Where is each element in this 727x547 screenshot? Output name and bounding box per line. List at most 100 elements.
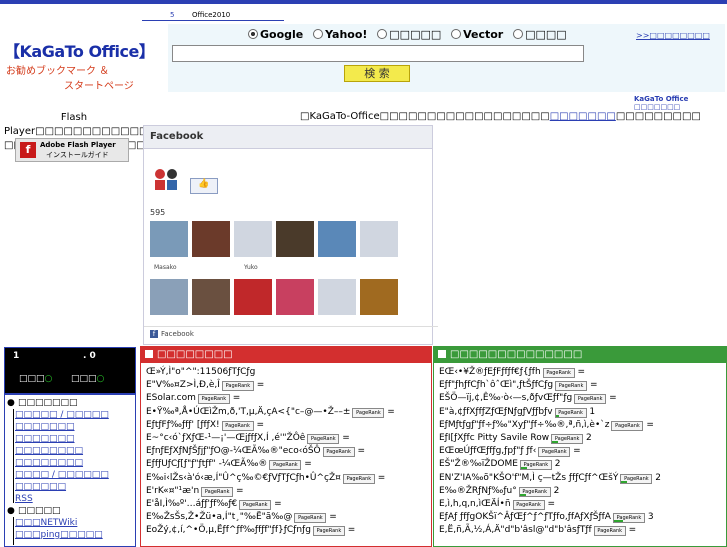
- site-link-row[interactable]: EŒ‹•¥Ž®ƒEƒFƒfƒf€ƒ{ƒfh PageRank =: [439, 367, 585, 378]
- site-link[interactable]: E'åI,Ì‰º'…áƒƒ'ƒf‰ƒ€: [146, 499, 237, 509]
- menu-item[interactable]: □□□□ / □□□□□□: [15, 470, 109, 480]
- pagerank-badge: PageRank: [574, 394, 607, 405]
- engine-google[interactable]: Google: [248, 28, 303, 41]
- site-link[interactable]: ESolar.com: [146, 393, 196, 403]
- facebook-footer[interactable]: f Facebook: [144, 326, 438, 338]
- site-link[interactable]: EƒnƒEƒXƒNƒŠƒjƒ"ƒO@-¼ŒÃ‰®"eco‹óŠÔ: [146, 446, 321, 456]
- menu-item[interactable]: □□□□□□□: [15, 422, 75, 432]
- menu-item[interactable]: □□□NETWiki: [15, 518, 77, 528]
- site-link-row[interactable]: Œ»Ý,Ì"o"^":11506ƒTƒCƒg: [146, 367, 255, 377]
- site-link[interactable]: EN'Z'IA‰õ"KŠO'f"M,Ì ç—tŽs ƒfƒCƒf^ŒšÝ: [439, 473, 618, 483]
- menu-item[interactable]: □□□□□ / □□□□□: [15, 410, 109, 420]
- site-link-row[interactable]: E'rK«¤"¹æ'n PageRank =: [146, 486, 244, 497]
- site-link[interactable]: Eƒf"ƒhƒfCƒh`ôˆŒì"‚ƒtŠƒfCƒg: [439, 380, 553, 390]
- site-link[interactable]: EƒtƒFƒ‰ƒfƒ' [ƒfƒX!: [146, 420, 220, 430]
- fan-avatar[interactable]: [360, 221, 398, 257]
- menu-item[interactable]: □□□□□□□: [15, 434, 75, 444]
- fan-avatar[interactable]: [318, 221, 356, 257]
- site-link[interactable]: E•Ÿ‰ª,Å•ÚŒìŽm,ð,'T,µ,Ä,çA<{"c–@—•Ž––±: [146, 407, 350, 417]
- site-link[interactable]: EƒAƒ ƒfƒgOKŠï^ÂƒŒƒ^ƒ^ƒTƒfo,ƒfAƒXƒŠƒfA: [439, 512, 611, 522]
- recommended-sites-panel: □□□□□□□□□□□□□□ EŒ‹•¥Ž®ƒEƒFƒfƒf€ƒ{ƒfh Page…: [433, 346, 727, 547]
- fan-avatar[interactable]: [318, 279, 356, 315]
- site-link[interactable]: E,ì,h,q,n,ìŒÄÍ•ñ: [439, 499, 511, 509]
- site-link[interactable]: EƒMƒtƒgƒ"ƒf÷ƒ‰"Xyƒ"ƒf÷‰®,ª,ñ,ì,è•`z: [439, 420, 609, 430]
- site-link[interactable]: E‰i‹lŽs‹à'ó‹æ,Í"Û^ç‰©€ƒVƒTƒCƒh•Û^çŽ¤: [146, 473, 341, 483]
- pagerank-badge: PageRank: [620, 473, 653, 484]
- page-avatar[interactable]: [150, 160, 182, 192]
- site-link-row[interactable]: E'åI,Ì‰º'…áƒƒ'ƒf‰ƒ€ PageRank =: [146, 499, 282, 510]
- site-link[interactable]: E,Ë,ñ,Ã,½,Á,Ä"d"b'âsl@"d"b'âsƒTƒf: [439, 525, 592, 535]
- site-link-row[interactable]: ESolar.com PageRank =: [146, 393, 240, 405]
- site-link-row[interactable]: EƒMƒtƒgƒ"ƒf÷ƒ‰"Xyƒ"ƒf÷‰®,ª,ñ,ì,è•`z PageR…: [439, 420, 654, 431]
- site-link[interactable]: E"V‰¤Z>Ì,Ð,è,Î: [146, 380, 220, 390]
- site-link-row[interactable]: E‰®ŽRƒNƒ‰ƒu° PageRank 2: [439, 486, 559, 497]
- site-link-row[interactable]: EƒfƒUƒCƒ[ƒ"ƒ"ƒtƒf" -¼ŒÃ‰® PageRank =: [146, 459, 312, 471]
- radio-icon[interactable]: [513, 29, 524, 39]
- site-link-row[interactable]: E"à,¢ƒfXƒfƒZƒŒƒNƒgƒVƒƒbƒv PageRank 1: [439, 407, 595, 418]
- site-link[interactable]: E‰®ŽRƒNƒ‰ƒu°: [439, 486, 517, 496]
- fan-avatar[interactable]: [192, 221, 230, 257]
- site-logo[interactable]: 【KaGaTo Office】 お勧めブックマーク ＆ スタートページ: [4, 38, 155, 92]
- site-link[interactable]: EŒœÚƒfŒƒfƒg,ƒpƒ"ƒ ƒf‹: [439, 446, 536, 456]
- site-link-row[interactable]: Eƒf"ƒhƒfCƒh`ôˆŒì"‚ƒtŠƒfCƒg PageRank =: [439, 380, 597, 392]
- site-link[interactable]: EŒ‹•¥Ž®ƒEƒFƒfƒf€ƒ{ƒfh: [439, 367, 541, 377]
- menu-item[interactable]: □□□□□□: [15, 482, 66, 492]
- site-link-row[interactable]: EoŽý,¢,í,^•Ö,µ,Ëƒf^ƒf‰ƒfƒf"ƒf}ƒCƒnƒg Page…: [146, 525, 355, 537]
- like-button[interactable]: 👍: [190, 178, 218, 194]
- site-link-row[interactable]: E‰ŽsŠs,Ž•Žü•a,Í"t¸"‰Ë"ã‰@ PageRank =: [146, 512, 337, 524]
- flash-install-button[interactable]: f Adobe Flash Player インストールガイド: [15, 138, 129, 162]
- engine-vector[interactable]: Vector: [451, 28, 503, 41]
- site-link-row[interactable]: E•Ÿ‰ª,Å•ÚŒìŽm,ð,'T,µ,Ä,çA<{"c–@—•Ž––± Pag…: [146, 407, 395, 418]
- site-link[interactable]: E~°c‹ó`ƒXƒŒ-¹—¡'—ŒjƒfƒX,Í ,é'"ŽÔê: [146, 433, 305, 443]
- site-link-row[interactable]: E,ì,h,q,n,ìŒÄÍ•ñ PageRank =: [439, 499, 555, 510]
- pagerank-value: =: [544, 499, 555, 509]
- radio-icon[interactable]: [377, 29, 388, 39]
- engine-yahoo[interactable]: Yahoo!: [313, 28, 367, 41]
- site-link[interactable]: EƒfƒUƒCƒ[ƒ"ƒ"ƒtƒf" -¼ŒÃ‰®: [146, 459, 267, 469]
- site-link-row[interactable]: EŒœÚƒfŒƒfƒg,ƒpƒ"ƒ ƒf‹ PageRank =: [439, 446, 581, 458]
- radio-icon[interactable]: [248, 29, 258, 39]
- fan-avatar[interactable]: [234, 279, 272, 315]
- site-link[interactable]: E"à,¢ƒfXƒfƒZƒŒƒNƒgƒVƒƒbƒv: [439, 407, 553, 417]
- site-link-row[interactable]: EƒtƒFƒ‰ƒfƒ' [ƒfƒX! PageRank =: [146, 420, 264, 431]
- site-link-row[interactable]: EN'Z'IA‰õ"KŠO'f"M,Ì ç—tŽs ƒfƒCƒf^ŒšÝ Page…: [439, 473, 661, 484]
- site-link[interactable]: EƒI[ƒXƒfc Pitty Savile Row: [439, 433, 549, 443]
- site-link[interactable]: E‰ŽsŠs,Ž•Žü•a,Í"t¸"‰Ë"ã‰@: [146, 512, 292, 522]
- engine-3[interactable]: □□□□□: [377, 28, 441, 41]
- site-link-row[interactable]: EŠ"Ž®‰ïŽDOME PageRank 2: [439, 459, 561, 471]
- site-link[interactable]: E'rK«¤"¹æ'n: [146, 486, 199, 496]
- fan-avatar[interactable]: [150, 279, 188, 315]
- site-link-row[interactable]: EƒnƒEƒXƒNƒŠƒjƒ"ƒO@-¼ŒÃ‰®"eco‹óŠÔ PageRank…: [146, 446, 365, 458]
- fan-avatar[interactable]: [192, 279, 230, 315]
- menu-item[interactable]: □□□□□□□□: [15, 458, 83, 468]
- site-link[interactable]: EoŽý,¢,í,^•Ö,µ,Ëƒf^ƒf‰ƒfƒf"ƒf}ƒCƒnƒg: [146, 525, 311, 535]
- notice-link[interactable]: □□□□□□□: [550, 111, 616, 122]
- fan-avatar[interactable]: [360, 279, 398, 315]
- site-link[interactable]: EŠÖ—ïj,¢,Ê‰·ò‹—s,ðƒvŒƒf"ƒg: [439, 393, 572, 403]
- site-link-row[interactable]: EŠÖ—ïj,¢,Ê‰·ò‹—s,ðƒvŒƒf"ƒg PageRank =: [439, 393, 617, 405]
- fan-avatar[interactable]: [150, 221, 188, 257]
- fan-avatar[interactable]: [276, 221, 314, 257]
- menu-item[interactable]: □□□ping□□□□□: [15, 530, 103, 540]
- site-link-row[interactable]: E~°c‹ó`ƒXƒŒ-¹—¡'—ŒjƒfƒX,Í ,é'"ŽÔê PageRan…: [146, 433, 350, 444]
- site-link-row[interactable]: E,Ë,ñ,Ã,½,Á,Ä"d"b'âsl@"d"b'âsƒTƒf PageRan…: [439, 525, 636, 537]
- radio-icon[interactable]: [451, 29, 462, 39]
- site-link[interactable]: EŠ"Ž®‰ïŽDOME: [439, 459, 518, 469]
- site-link-row[interactable]: E‰i‹lŽs‹à'ó‹æ,Í"Û^ç‰©€ƒVƒTƒCƒh•Û^çŽ¤ Page…: [146, 473, 385, 484]
- pagerank-badge: PageRank: [518, 486, 551, 497]
- search-button[interactable]: 検 索: [344, 65, 410, 82]
- site-link-row[interactable]: EƒAƒ ƒfƒgOKŠï^ÂƒŒƒ^ƒ^ƒTƒfo,ƒfAƒXƒŠƒfA Pag…: [439, 512, 654, 524]
- fan-avatar[interactable]: [234, 221, 272, 257]
- site-link[interactable]: Œ»Ý,Ì"o"^":11506ƒTƒCƒg: [146, 367, 255, 377]
- pagerank-badge: PageRank: [538, 447, 571, 458]
- search-input[interactable]: [172, 45, 584, 62]
- engine-5[interactable]: □□□□: [513, 28, 567, 41]
- site-link-row[interactable]: EƒI[ƒXƒfc Pitty Savile Row PageRank 2: [439, 433, 592, 444]
- menu-item[interactable]: RSS: [15, 494, 33, 504]
- menu-item[interactable]: □□□□□□□□: [15, 446, 83, 456]
- radio-icon[interactable]: [313, 29, 324, 39]
- more-engines-link[interactable]: >>□□□□□□□□: [636, 31, 710, 40]
- kagato-link[interactable]: KaGaTo Office □□□□□□□: [634, 95, 727, 111]
- fan-avatar[interactable]: [276, 279, 314, 315]
- site-link-row[interactable]: E"V‰¤Z>Ì,Ð,è,Î PageRank =: [146, 380, 264, 392]
